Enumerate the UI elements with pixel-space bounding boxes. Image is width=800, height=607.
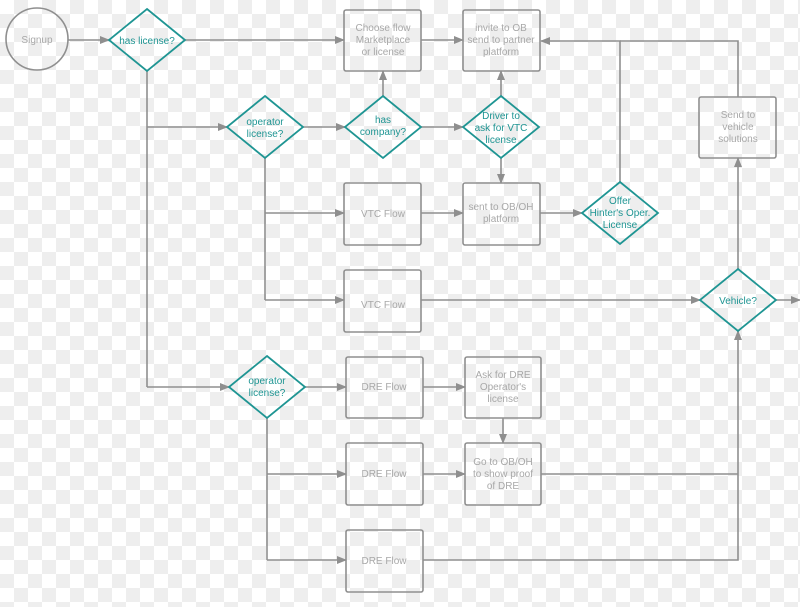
decision-driver-vtc[interactable]: Driver to ask for VTC license [461, 94, 541, 160]
process-invite[interactable]: invite to OB send to partner platform [462, 9, 541, 72]
edge-dre3-vehicle [423, 330, 742, 561]
node-label: ask for VTC [475, 123, 528, 134]
decision-vehicle[interactable]: Vehicle? [698, 267, 778, 333]
process-dre-flow-2[interactable]: DRE Flow [345, 442, 424, 506]
svg-text:DRE Flow: DRE Flow [361, 556, 407, 567]
node-label: operator [248, 376, 286, 387]
decision-has-company[interactable]: has company? [343, 94, 423, 160]
process-dre-flow-1[interactable]: DRE Flow [345, 356, 424, 419]
process-choose-flow[interactable]: Choose flow Marketplace or license [343, 9, 422, 72]
node-label: Hinter's Oper. [590, 208, 651, 219]
node-label: license? [247, 129, 284, 140]
node-label: Ask for DRE [475, 370, 530, 381]
node-label: Marketplace [356, 35, 411, 46]
node-label: has license? [119, 36, 175, 47]
process-vtc-flow-1[interactable]: VTC Flow [343, 182, 422, 246]
svg-text:sent to OB/OHplatform: sent to OB/OH platform [468, 202, 533, 225]
node-label: sent to OB/OH [468, 202, 533, 213]
node-label: company? [360, 127, 407, 138]
node-label: Driver to [482, 111, 520, 122]
node-label: Choose flow [355, 23, 411, 34]
svg-text:Driver toask for VTClicense: Driver to ask for VTC license [475, 111, 528, 146]
connectors [68, 36, 800, 564]
node-label: license? [249, 388, 286, 399]
process-go-obh[interactable]: Go to OB/OH to show proof of DRE [464, 442, 542, 506]
svg-text:Ask for DREOperator'slicense: Ask for DRE Operator's license [475, 370, 530, 405]
node-label: Send to [721, 110, 756, 121]
svg-text:operatorlicense?: operator license? [246, 117, 284, 140]
process-vtc-flow-2[interactable]: VTC Flow [343, 269, 422, 333]
node-label: vehicle [722, 122, 754, 133]
svg-text:Vehicle?: Vehicle? [719, 296, 757, 307]
svg-text:DRE Flow: DRE Flow [361, 382, 407, 393]
process-ask-dre[interactable]: Ask for DRE Operator's license [464, 356, 542, 419]
node-label: operator [246, 117, 284, 128]
edge-offer-invite [540, 37, 621, 182]
node-label: solutions [718, 134, 757, 145]
node-label: DRE Flow [361, 556, 407, 567]
node-label: has [375, 115, 391, 126]
node-label: Vehicle? [719, 296, 757, 307]
svg-text:invite to OBsend to partnerpla: invite to OB send to partner platform [467, 23, 535, 58]
svg-text:Signup: Signup [21, 35, 53, 46]
svg-text:DRE Flow: DRE Flow [361, 469, 407, 480]
flowchart: Signup has license? Choose flow Marketpla… [5, 7, 800, 593]
node-label: platform [483, 214, 519, 225]
node-label: platform [483, 47, 519, 58]
process-sent-obh[interactable]: sent to OB/OH platform [462, 182, 541, 246]
node-label: DRE Flow [361, 382, 407, 393]
node-label: VTC Flow [361, 300, 406, 311]
node-label: License [603, 220, 638, 231]
svg-text:operatorlicense?: operator license? [248, 376, 286, 399]
process-send-vehicle[interactable]: Send to vehicle solutions [698, 96, 777, 159]
node-label: Operator's [480, 382, 526, 393]
svg-text:VTC Flow: VTC Flow [361, 209, 406, 220]
node-label: Offer [609, 196, 632, 207]
node-label: invite to OB [475, 23, 527, 34]
node-label: send to partner [467, 35, 535, 46]
node-label: DRE Flow [361, 469, 407, 480]
node-label: Go to OB/OH [473, 457, 532, 468]
process-dre-flow-3[interactable]: DRE Flow [345, 529, 424, 593]
decision-has-license[interactable]: has license? [107, 7, 187, 73]
node-label: license [485, 135, 517, 146]
node-label: Signup [21, 35, 53, 46]
node-label: of DRE [487, 481, 520, 492]
node-label: VTC Flow [361, 209, 406, 220]
svg-text:Choose flowMarketplaceor licen: Choose flow Marketplace or license [355, 23, 411, 58]
node-label: to show proof [473, 469, 533, 480]
decision-operator-license-1[interactable]: operator license? [225, 94, 305, 160]
node-signup[interactable]: Signup [5, 7, 69, 71]
node-label: or license [362, 47, 405, 58]
node-label: license [487, 394, 519, 405]
edge-sendvehicle-invite [620, 40, 739, 97]
decision-offer[interactable]: Offer Hinter's Oper. License [580, 180, 660, 246]
svg-text:VTC Flow: VTC Flow [361, 300, 406, 311]
svg-text:has license?: has license? [119, 36, 175, 47]
decision-operator-license-2[interactable]: operator license? [227, 354, 307, 420]
svg-text:Go to OB/OHto show proofof DRE: Go to OB/OH to show proof of DRE [473, 457, 533, 492]
svg-text:Send tovehiclesolutions: Send to vehicle solutions [718, 110, 757, 145]
svg-text:hascompany?: has company? [360, 115, 407, 138]
